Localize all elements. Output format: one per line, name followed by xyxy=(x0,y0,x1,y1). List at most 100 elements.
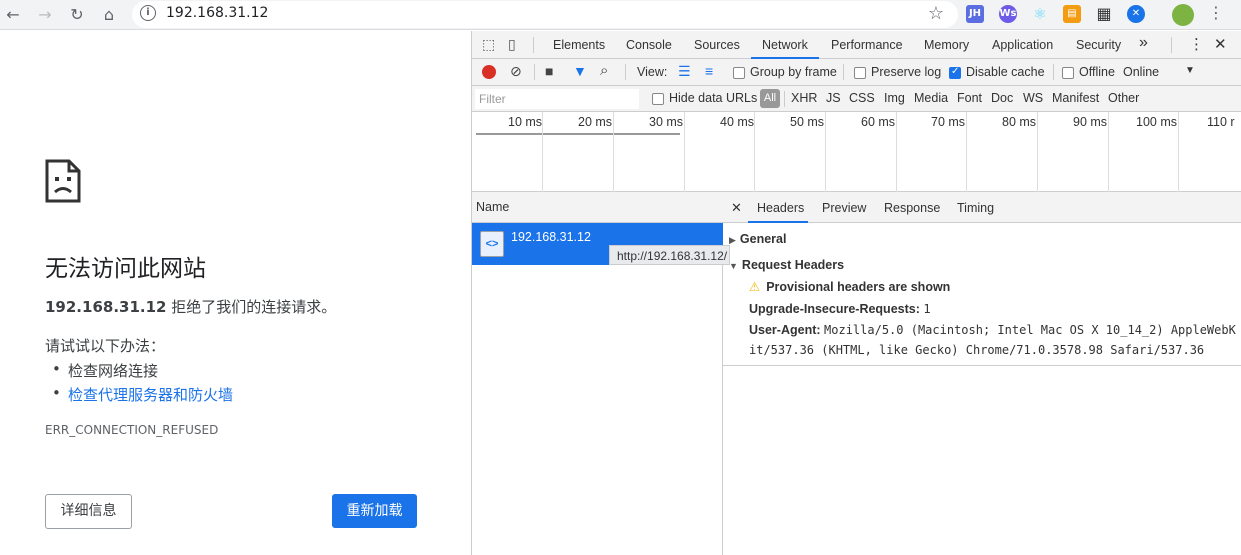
qr-extension-icon[interactable]: ▦ xyxy=(1095,5,1113,23)
ws-extension-icon[interactable]: Ws xyxy=(999,5,1017,23)
large-rows-icon[interactable]: ☰ xyxy=(678,63,691,80)
try-label: 请试试以下办法： xyxy=(45,337,166,355)
close-detail-icon[interactable]: ✕ xyxy=(731,200,742,216)
reload-button[interactable]: 重新加载 xyxy=(332,494,417,528)
address-bar[interactable]: i 192.168.31.12 ☆ xyxy=(132,1,958,28)
tab-application[interactable]: Application xyxy=(992,38,1053,52)
x-extension-icon[interactable]: ✕ xyxy=(1127,5,1145,23)
hide-data-urls-checkbox[interactable] xyxy=(652,93,664,105)
request-headers-label: Request Headers xyxy=(741,258,845,272)
tab-performance[interactable]: Performance xyxy=(831,38,903,52)
sad-document-icon xyxy=(45,159,81,203)
bookmark-star-icon[interactable]: ☆ xyxy=(928,3,944,24)
detail-tabbar: ✕ Headers Preview Response Timing xyxy=(723,192,1241,223)
url-text[interactable]: 192.168.31.12 xyxy=(166,5,268,21)
filter-js[interactable]: JS xyxy=(826,91,841,105)
screenshot-camera-icon[interactable]: ■ xyxy=(545,63,553,79)
filter-manifest[interactable]: Manifest xyxy=(1052,91,1099,105)
tab-elements[interactable]: Elements xyxy=(553,38,605,52)
tab-sources[interactable]: Sources xyxy=(694,38,740,52)
react-extension-icon[interactable]: ⚛ xyxy=(1031,5,1049,23)
clear-icon[interactable]: ⊘ xyxy=(510,63,522,80)
filter-other[interactable]: Other xyxy=(1108,91,1139,105)
rss-extension-icon[interactable]: ▤ xyxy=(1063,5,1081,23)
document-icon: <> xyxy=(480,231,504,257)
group-by-frame-label: Group by frame xyxy=(750,65,837,79)
tab-timing[interactable]: Timing xyxy=(957,201,994,215)
device-toolbar-icon[interactable]: ▯ xyxy=(508,36,516,53)
reload-icon[interactable]: ↻ xyxy=(66,4,88,26)
filter-icon[interactable]: ▼ xyxy=(573,63,587,79)
suggestion-check-proxy-link[interactable]: 检查代理服务器和防火墙 xyxy=(52,384,233,405)
tab-preview[interactable]: Preview xyxy=(822,201,866,215)
back-icon[interactable]: ← xyxy=(2,4,24,26)
throttling-dropdown-icon[interactable]: ▼ xyxy=(1185,65,1195,76)
tab-response[interactable]: Response xyxy=(884,201,940,215)
name-column-header[interactable]: Name xyxy=(472,192,723,223)
details-button[interactable]: 详细信息 xyxy=(45,494,132,529)
header-value-continued: it/537.36 (KHTML, like Gecko) Chrome/71.… xyxy=(749,343,1205,357)
tab-network[interactable]: Network xyxy=(762,38,808,52)
timeline-gridline xyxy=(542,112,543,192)
expanded-triangle-icon: ▼ xyxy=(729,261,738,271)
request-headers-section[interactable]: ▼ Request Headers xyxy=(729,258,844,272)
filter-all-button[interactable]: All xyxy=(760,89,780,108)
filter-css[interactable]: CSS xyxy=(849,91,875,105)
timeline-tick: 30 ms xyxy=(649,115,684,129)
timeline-gridline xyxy=(754,112,755,192)
header-key: Upgrade-Insecure-Requests: xyxy=(749,302,920,316)
active-detail-tab-indicator xyxy=(748,221,808,223)
warning-text: Provisional headers are shown xyxy=(766,280,951,294)
filter-bar: Filter Hide data URLs All XHR JS CSS Img… xyxy=(472,86,1241,112)
filter-img[interactable]: Img xyxy=(884,91,905,105)
collapsed-triangle-icon: ▶ xyxy=(729,235,736,245)
error-host: 192.168.31.12 xyxy=(45,298,167,316)
tab-headers[interactable]: Headers xyxy=(757,201,804,215)
offline-checkbox[interactable] xyxy=(1062,67,1074,79)
filter-separator xyxy=(784,91,785,107)
tab-memory[interactable]: Memory xyxy=(924,38,969,52)
view-label: View: xyxy=(637,65,668,79)
disable-cache-checkbox[interactable] xyxy=(949,66,961,79)
error-message: 192.168.31.12 拒绝了我们的连接请求。 xyxy=(45,296,336,317)
network-overview-timeline[interactable]: 10 ms 20 ms 30 ms 40 ms 50 ms 60 ms 70 m… xyxy=(472,112,1241,192)
header-value: 1 xyxy=(923,302,931,316)
throttling-select[interactable]: Online xyxy=(1123,65,1159,79)
toolbar-separator xyxy=(1053,64,1054,80)
group-by-frame-checkbox[interactable] xyxy=(733,67,745,79)
header-value: Mozilla/5.0 (Macintosh; Intel Mac OS X 1… xyxy=(824,323,1236,337)
forward-icon[interactable]: → xyxy=(34,4,56,26)
filter-font[interactable]: Font xyxy=(957,91,982,105)
devtools-panel: ⬚ ▯ Elements Console Sources Network Per… xyxy=(471,31,1241,555)
browser-menu-icon[interactable]: ⋮ xyxy=(1208,3,1224,22)
preserve-log-checkbox[interactable] xyxy=(854,67,866,79)
filter-xhr[interactable]: XHR xyxy=(791,91,817,105)
more-tabs-icon[interactable]: » xyxy=(1139,34,1148,52)
url-tooltip: http://192.168.31.12/ xyxy=(609,245,730,265)
detail-divider xyxy=(723,365,1241,366)
header-row: User-Agent: Mozilla/5.0 (Macintosh; Inte… xyxy=(749,323,1236,337)
filter-doc[interactable]: Doc xyxy=(991,91,1013,105)
header-row: Upgrade-Insecure-Requests: 1 xyxy=(749,302,931,316)
devtools-menu-icon[interactable]: ⋮ xyxy=(1189,35,1204,53)
home-icon[interactable]: ⌂ xyxy=(98,4,120,26)
tab-console[interactable]: Console xyxy=(626,38,672,52)
jh-extension-icon[interactable]: JH xyxy=(966,5,984,23)
inspect-element-icon[interactable]: ⬚ xyxy=(482,36,495,53)
waterfall-icon[interactable]: ≡ xyxy=(705,63,713,79)
timeline-tick: 100 ms xyxy=(1136,115,1177,129)
general-section[interactable]: ▶ General xyxy=(729,232,786,246)
record-icon[interactable] xyxy=(482,65,496,79)
error-code: ERR_CONNECTION_REFUSED xyxy=(45,423,219,437)
profile-avatar[interactable] xyxy=(1172,4,1194,26)
timeline-gridline xyxy=(1178,112,1179,192)
timeline-tick: 60 ms xyxy=(861,115,896,129)
search-icon[interactable]: ⌕ xyxy=(600,62,608,79)
filter-input[interactable]: Filter xyxy=(475,89,639,109)
close-devtools-icon[interactable]: ✕ xyxy=(1214,35,1227,53)
info-icon[interactable]: i xyxy=(140,5,156,21)
devtools-tabbar: ⬚ ▯ Elements Console Sources Network Per… xyxy=(472,31,1241,59)
filter-ws[interactable]: WS xyxy=(1023,91,1043,105)
tab-security[interactable]: Security xyxy=(1076,38,1121,52)
filter-media[interactable]: Media xyxy=(914,91,948,105)
